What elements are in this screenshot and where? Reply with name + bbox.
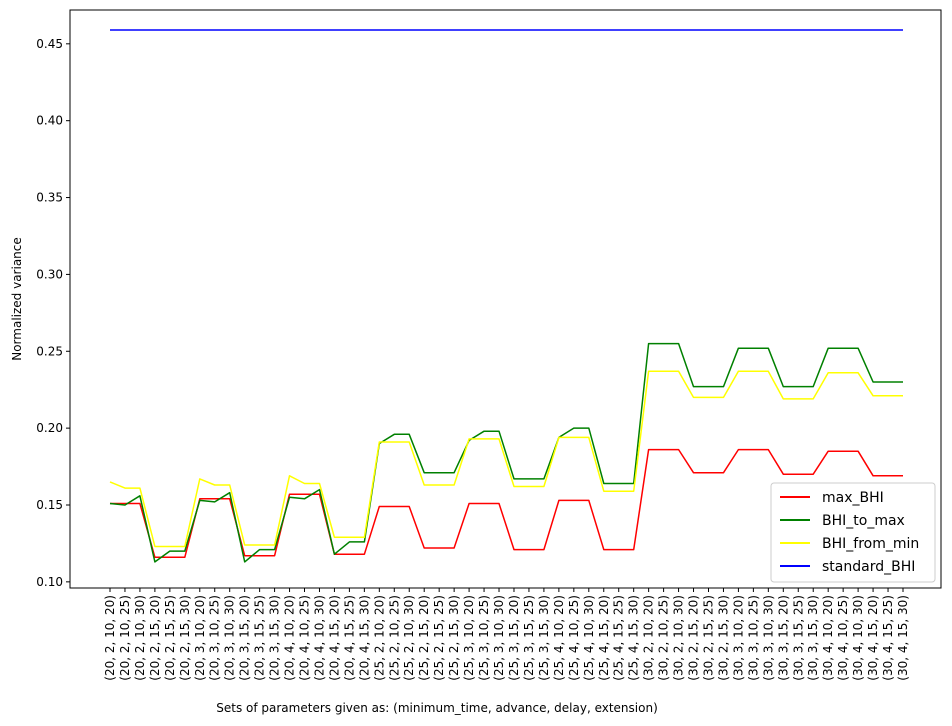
x-tick-label: (25, 2, 15, 30) xyxy=(447,595,461,681)
x-tick-label: (30, 4, 15, 20) xyxy=(866,595,880,681)
x-tick-label: (20, 4, 15, 20) xyxy=(327,595,341,681)
x-tick-label: (30, 2, 15, 30) xyxy=(716,595,730,681)
x-tick-label: (25, 2, 10, 30) xyxy=(402,595,416,681)
x-tick-label: (20, 4, 10, 30) xyxy=(312,595,326,681)
y-tick-label: 0.15 xyxy=(36,498,63,512)
x-tick-label: (30, 2, 15, 20) xyxy=(687,595,701,681)
x-tick-label: (30, 4, 15, 30) xyxy=(896,595,910,681)
x-tick-label: (20, 4, 15, 30) xyxy=(357,595,371,681)
x-tick-label: (30, 4, 15, 25) xyxy=(881,595,895,681)
x-tick-label: (25, 3, 10, 20) xyxy=(462,595,476,681)
x-tick-label: (30, 2, 10, 25) xyxy=(657,595,671,681)
x-tick-label: (25, 2, 15, 25) xyxy=(432,595,446,681)
x-tick-label: (20, 3, 15, 25) xyxy=(253,595,267,681)
x-tick-label: (25, 4, 15, 30) xyxy=(627,595,641,681)
x-tick-label: (20, 2, 10, 25) xyxy=(118,595,132,681)
x-tick-label: (25, 3, 10, 30) xyxy=(492,595,506,681)
legend-label: BHI_to_max xyxy=(822,513,905,529)
y-axis-label: Normalized variance xyxy=(10,237,24,361)
x-tick-label: (25, 4, 15, 20) xyxy=(597,595,611,681)
x-tick-label: (30, 4, 10, 20) xyxy=(821,595,835,681)
x-tick-label: (20, 3, 15, 20) xyxy=(238,595,252,681)
x-tick-label: (20, 4, 10, 20) xyxy=(283,595,297,681)
y-tick-label: 0.20 xyxy=(36,421,63,435)
x-tick-label: (30, 3, 15, 20) xyxy=(776,595,790,681)
x-axis-label: Sets of parameters given as: (minimum_ti… xyxy=(216,701,658,715)
x-tick-label: (20, 2, 10, 30) xyxy=(133,595,147,681)
x-tick-label: (25, 3, 15, 25) xyxy=(522,595,536,681)
x-tick-label: (20, 4, 15, 25) xyxy=(342,595,356,681)
legend-label: BHI_from_min xyxy=(822,536,919,552)
y-tick-label: 0.25 xyxy=(36,344,63,358)
x-tick-label: (30, 2, 10, 30) xyxy=(672,595,686,681)
y-tick-label: 0.30 xyxy=(36,267,63,281)
x-tick-label: (25, 3, 15, 30) xyxy=(537,595,551,681)
x-tick-label: (30, 3, 15, 30) xyxy=(806,595,820,681)
chart: 0.10 0.15 0.20 0.25 0.30 0.35 0.40 0.45 (20, 2,… xyxy=(10,9,942,715)
x-tick-label: (25, 2, 10, 25) xyxy=(387,595,401,681)
x-tick-label: (20, 3, 15, 30) xyxy=(268,595,282,681)
x-tick-label: (20, 3, 10, 30) xyxy=(223,595,237,681)
x-tick-label: (30, 3, 10, 25) xyxy=(746,595,760,681)
x-tick-label: (25, 4, 15, 25) xyxy=(612,595,626,681)
x-tick-label: (20, 2, 15, 30) xyxy=(178,595,192,681)
x-tick-label: (25, 4, 10, 20) xyxy=(552,595,566,681)
legend-label: max_BHI xyxy=(822,490,884,506)
y-tick-label: 0.35 xyxy=(36,191,63,205)
x-tick-label: (20, 2, 15, 25) xyxy=(163,595,177,681)
x-tick-label: (20, 2, 10, 20) xyxy=(103,595,117,681)
x-axis: (20, 2, 10, 20) (20, 2, 10, 25) (20, 2, 10… xyxy=(103,588,910,681)
y-axis: 0.10 0.15 0.20 0.25 0.30 0.35 0.40 0.45 xyxy=(36,37,70,589)
x-tick-label: (30, 2, 10, 20) xyxy=(642,595,656,681)
x-tick-label: (20, 3, 10, 20) xyxy=(193,595,207,681)
x-tick-label: (25, 4, 10, 30) xyxy=(582,595,596,681)
x-tick-label: (30, 2, 15, 25) xyxy=(701,595,715,681)
y-tick-label: 0.45 xyxy=(36,37,63,51)
legend-label: standard_BHI xyxy=(822,559,915,575)
x-tick-label: (20, 2, 15, 20) xyxy=(148,595,162,681)
x-tick-label: (20, 4, 10, 25) xyxy=(298,595,312,681)
y-tick-label: 0.10 xyxy=(36,575,63,589)
x-tick-label: (25, 2, 15, 20) xyxy=(417,595,431,681)
x-tick-label: (25, 3, 10, 25) xyxy=(477,595,491,681)
x-tick-label: (25, 3, 15, 20) xyxy=(507,595,521,681)
x-tick-label: (30, 3, 10, 30) xyxy=(761,595,775,681)
x-tick-label: (20, 3, 10, 25) xyxy=(208,595,222,681)
y-tick-label: 0.40 xyxy=(36,114,63,128)
legend: max_BHI BHI_to_max BHI_from_min standard_BH… xyxy=(770,482,936,583)
x-tick-label: (30, 3, 10, 20) xyxy=(731,595,745,681)
x-tick-label: (30, 4, 10, 25) xyxy=(836,595,850,681)
x-tick-label: (25, 4, 10, 25) xyxy=(567,595,581,681)
x-tick-label: (25, 2, 10, 20) xyxy=(372,595,386,681)
x-tick-label: (30, 4, 10, 30) xyxy=(851,595,865,681)
x-tick-label: (30, 3, 15, 25) xyxy=(791,595,805,681)
